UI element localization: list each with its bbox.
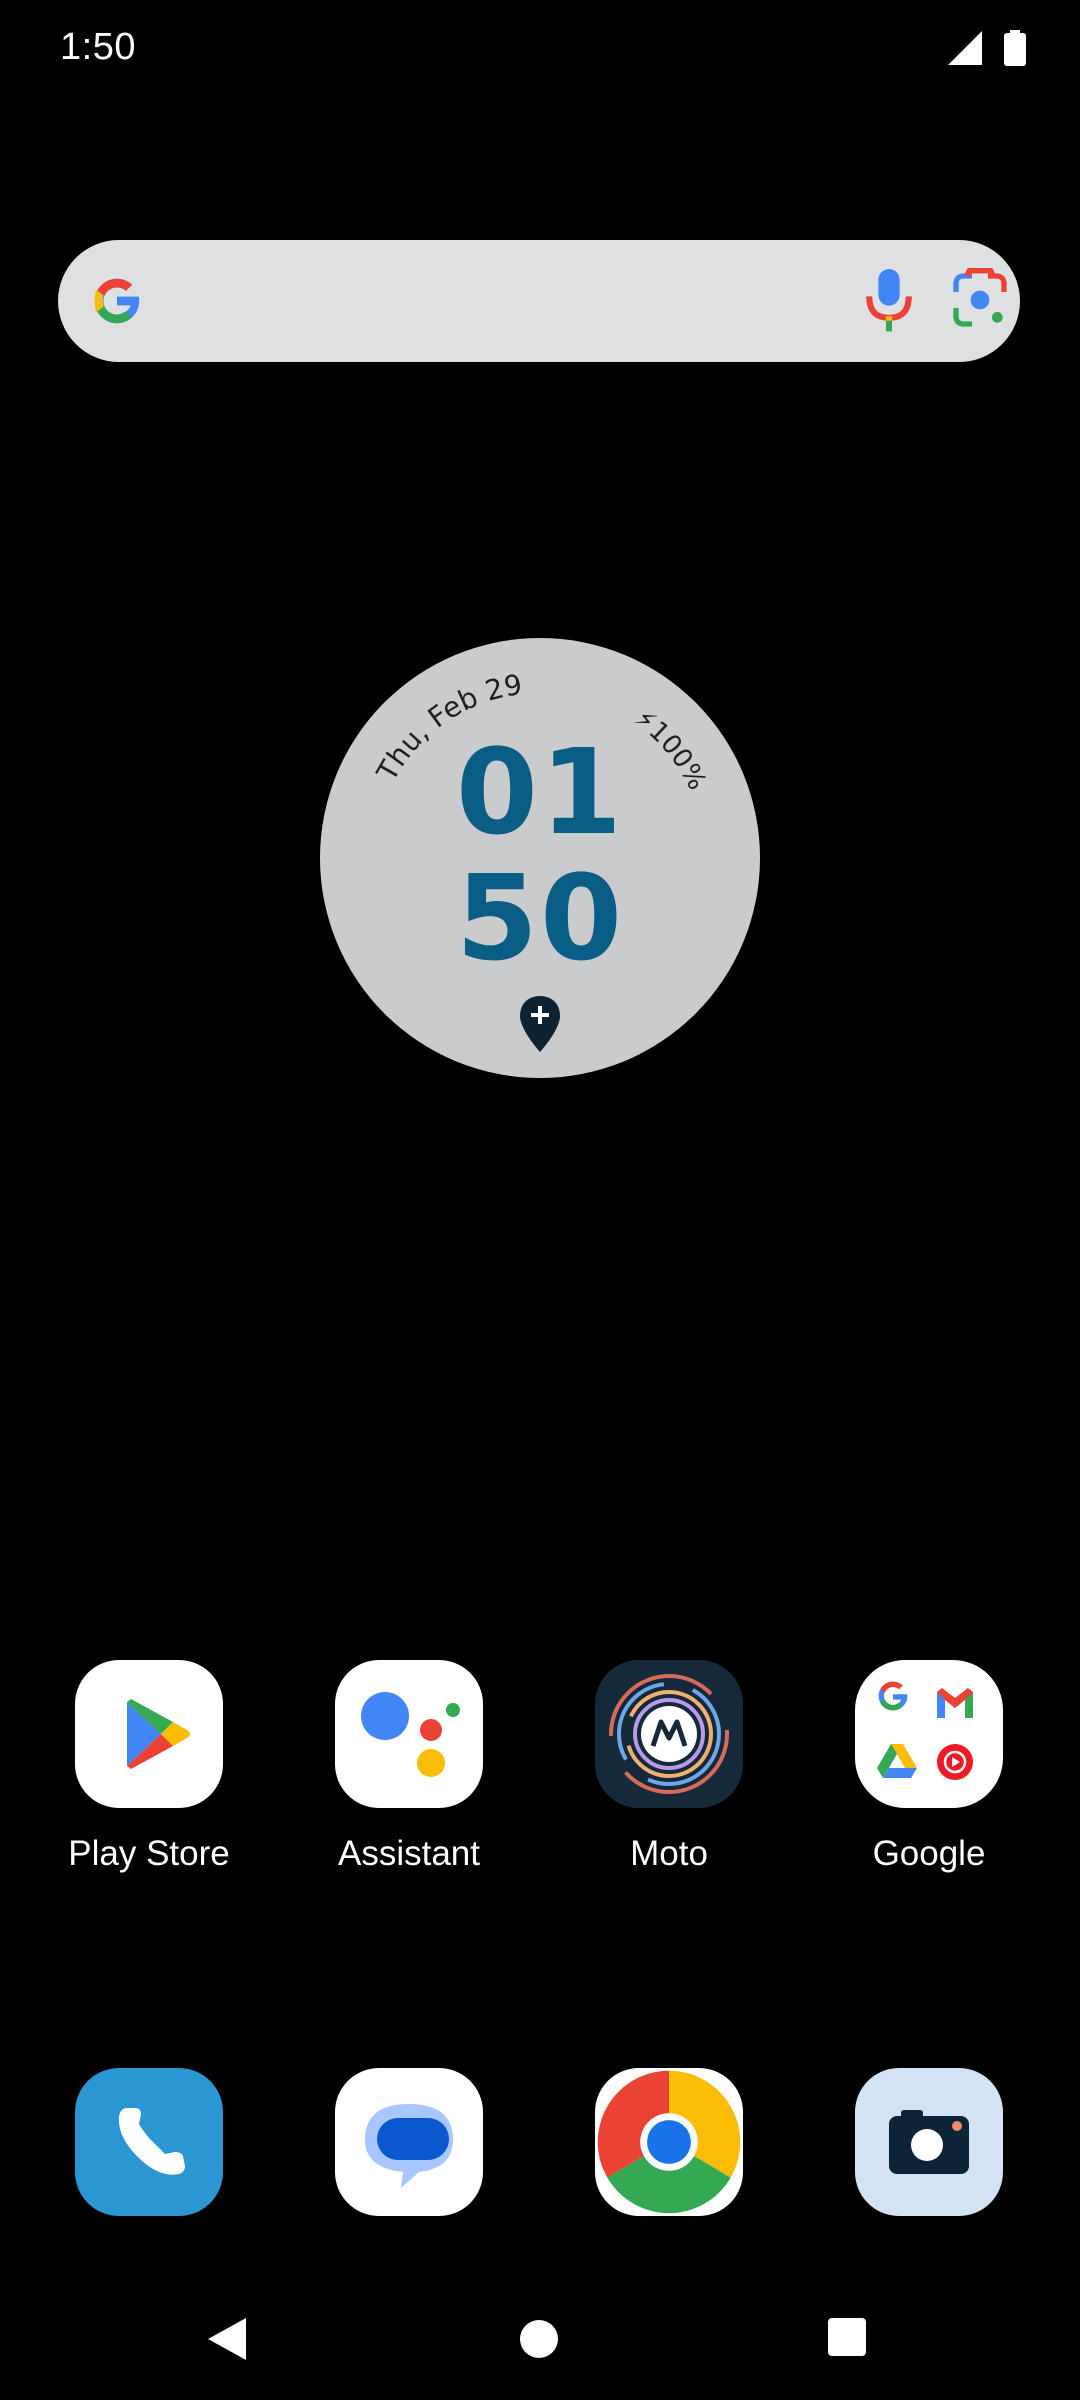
app-label: Google [872,1834,986,1873]
app-label: Play Store [68,1834,230,1873]
app-label: Assistant [338,1834,480,1873]
clock-minute: 50 [455,849,625,987]
moto-icon [595,1660,743,1808]
battery-icon [1004,30,1026,66]
lens-icon[interactable] [948,268,1012,332]
play-store-icon [75,1660,223,1808]
google-folder-icon [855,1660,1003,1808]
back-icon[interactable] [208,2318,248,2360]
signal-icon [948,31,982,65]
app-label: Moto [630,1834,708,1873]
app-moto[interactable]: Moto [559,1660,779,1874]
google-search-bar[interactable] [58,240,1020,362]
dock-messages[interactable] [299,2068,519,2216]
dock-phone[interactable] [39,2068,259,2216]
home-icon[interactable] [520,2320,558,2358]
messages-icon [335,2068,483,2216]
assistant-icon [335,1660,483,1808]
app-play-store[interactable]: Play Store [39,1660,259,1874]
clock-hour: 01 [455,723,625,861]
status-time: 1:50 [60,26,136,68]
dock-camera[interactable] [819,2068,1039,2216]
phone-icon [75,2068,223,2216]
google-g-icon [94,278,141,324]
mic-icon[interactable] [858,266,920,336]
app-google-folder[interactable]: Google [819,1660,1039,1874]
status-icons [948,30,1026,66]
camera-icon [855,2068,1003,2216]
app-assistant[interactable]: Assistant [299,1660,519,1874]
chrome-icon [595,2068,743,2216]
location-pin-icon[interactable] [516,994,564,1054]
dock-chrome[interactable] [559,2068,779,2216]
recents-icon[interactable] [828,2318,866,2356]
